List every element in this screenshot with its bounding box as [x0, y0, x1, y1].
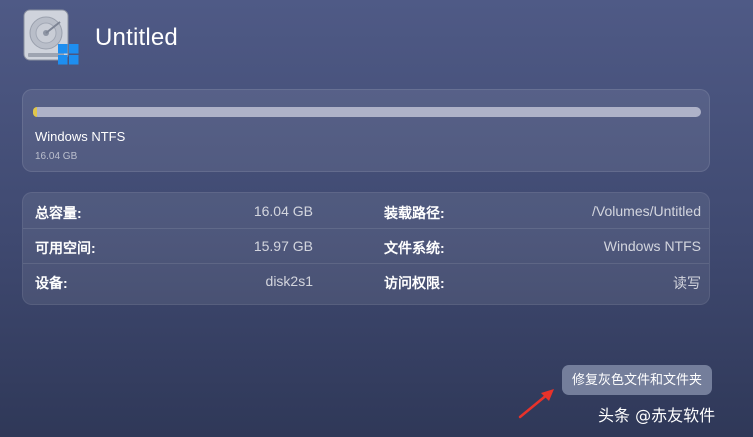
- disk-drive-icon: [22, 8, 82, 68]
- info-row: 总容量: 16.04 GB 装载路径: /Volumes/Untitled: [23, 193, 709, 229]
- usage-bar-fill: [33, 107, 37, 117]
- info-key: 可用空间:: [35, 240, 96, 256]
- info-key: 文件系统:: [384, 240, 445, 256]
- info-value: /Volumes/Untitled: [592, 203, 701, 219]
- info-key: 总容量:: [35, 205, 82, 221]
- repair-gray-files-button[interactable]: 修复灰色文件和文件夹: [562, 365, 712, 395]
- info-value: Windows NTFS: [603, 238, 701, 254]
- volume-size-label: 16.04 GB: [35, 151, 78, 162]
- info-key: 装载路径:: [384, 205, 445, 221]
- info-row: 设备: disk2s1 访问权限: 读写: [23, 263, 709, 298]
- info-value: 读写: [673, 275, 701, 291]
- info-value: 15.97 GB: [253, 238, 313, 254]
- info-value: disk2s1: [265, 273, 313, 289]
- volume-info-table: 总容量: 16.04 GB 装载路径: /Volumes/Untitled 可用…: [22, 192, 710, 305]
- info-value: 16.04 GB: [253, 203, 313, 219]
- usage-bar: [33, 107, 701, 117]
- volume-title: Untitled: [95, 24, 178, 51]
- red-arrow-icon: [514, 385, 558, 421]
- info-key: 设备:: [35, 275, 68, 291]
- volume-usage-card: Windows NTFS 16.04 GB: [22, 89, 710, 172]
- info-row: 可用空间: 15.97 GB 文件系统: Windows NTFS: [23, 228, 709, 264]
- info-key: 访问权限:: [384, 275, 445, 291]
- volume-filesystem-label: Windows NTFS: [35, 129, 126, 144]
- watermark-text: 头条 @赤友软件: [598, 406, 716, 425]
